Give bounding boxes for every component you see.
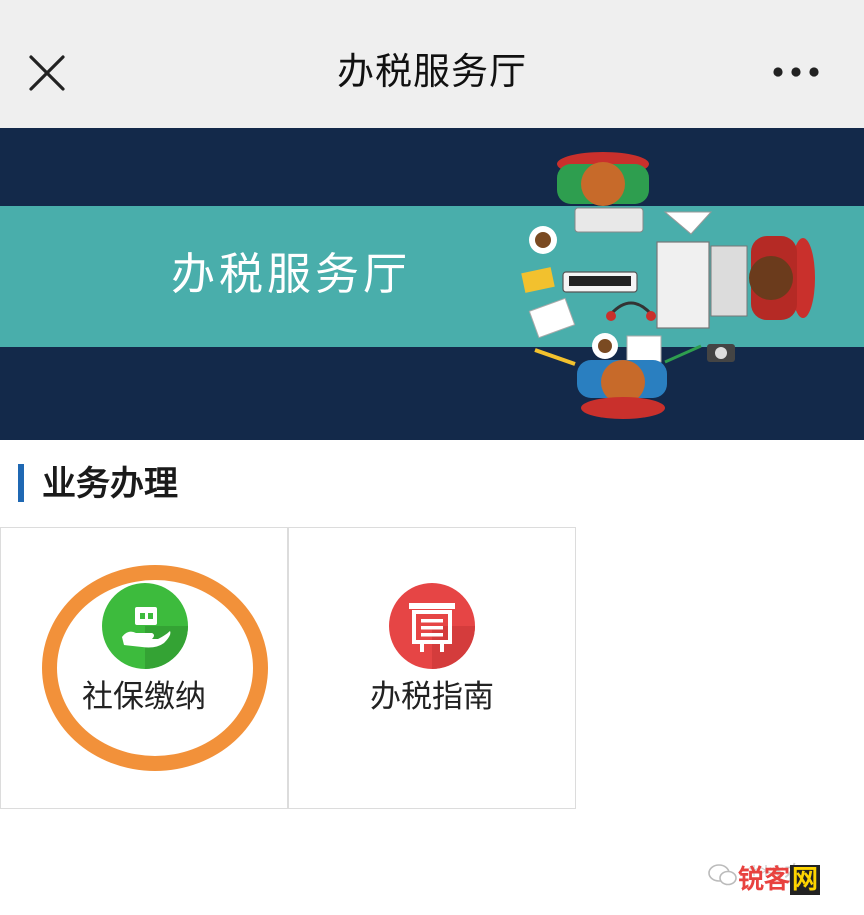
wechat-icon — [708, 864, 737, 886]
hand-house-icon — [102, 583, 188, 669]
more-dots-icon[interactable] — [770, 60, 822, 84]
signboard-icon — [389, 583, 475, 669]
banner-title: 办税服务厅 — [161, 249, 421, 300]
service-tile-social-insurance[interactable]: 社保缴纳 — [0, 527, 288, 809]
section-title: 业务办理 — [42, 464, 178, 504]
section-accent-bar — [18, 464, 24, 502]
nav-bar: 办税服务厅 — [0, 0, 864, 128]
watermark: ***布 锐客网 — [708, 858, 848, 898]
page-title: 办税服务厅 — [337, 50, 527, 93]
watermark-logo-suffix: 网 — [790, 865, 821, 895]
hero-banner: 办税服务厅 — [0, 128, 864, 440]
service-tile-tax-guide[interactable]: 办税指南 — [288, 527, 576, 809]
service-label: 社保缴纳 — [82, 679, 206, 715]
service-label: 办税指南 — [370, 679, 494, 715]
watermark-logo-prefix: 锐客 — [738, 865, 791, 895]
watermark-logo: 锐客网 — [738, 864, 821, 896]
section-header: 业务办理 — [0, 455, 864, 515]
office-desk-illustration — [521, 152, 815, 419]
service-grid: 社保缴纳 办税指南 — [0, 527, 578, 809]
